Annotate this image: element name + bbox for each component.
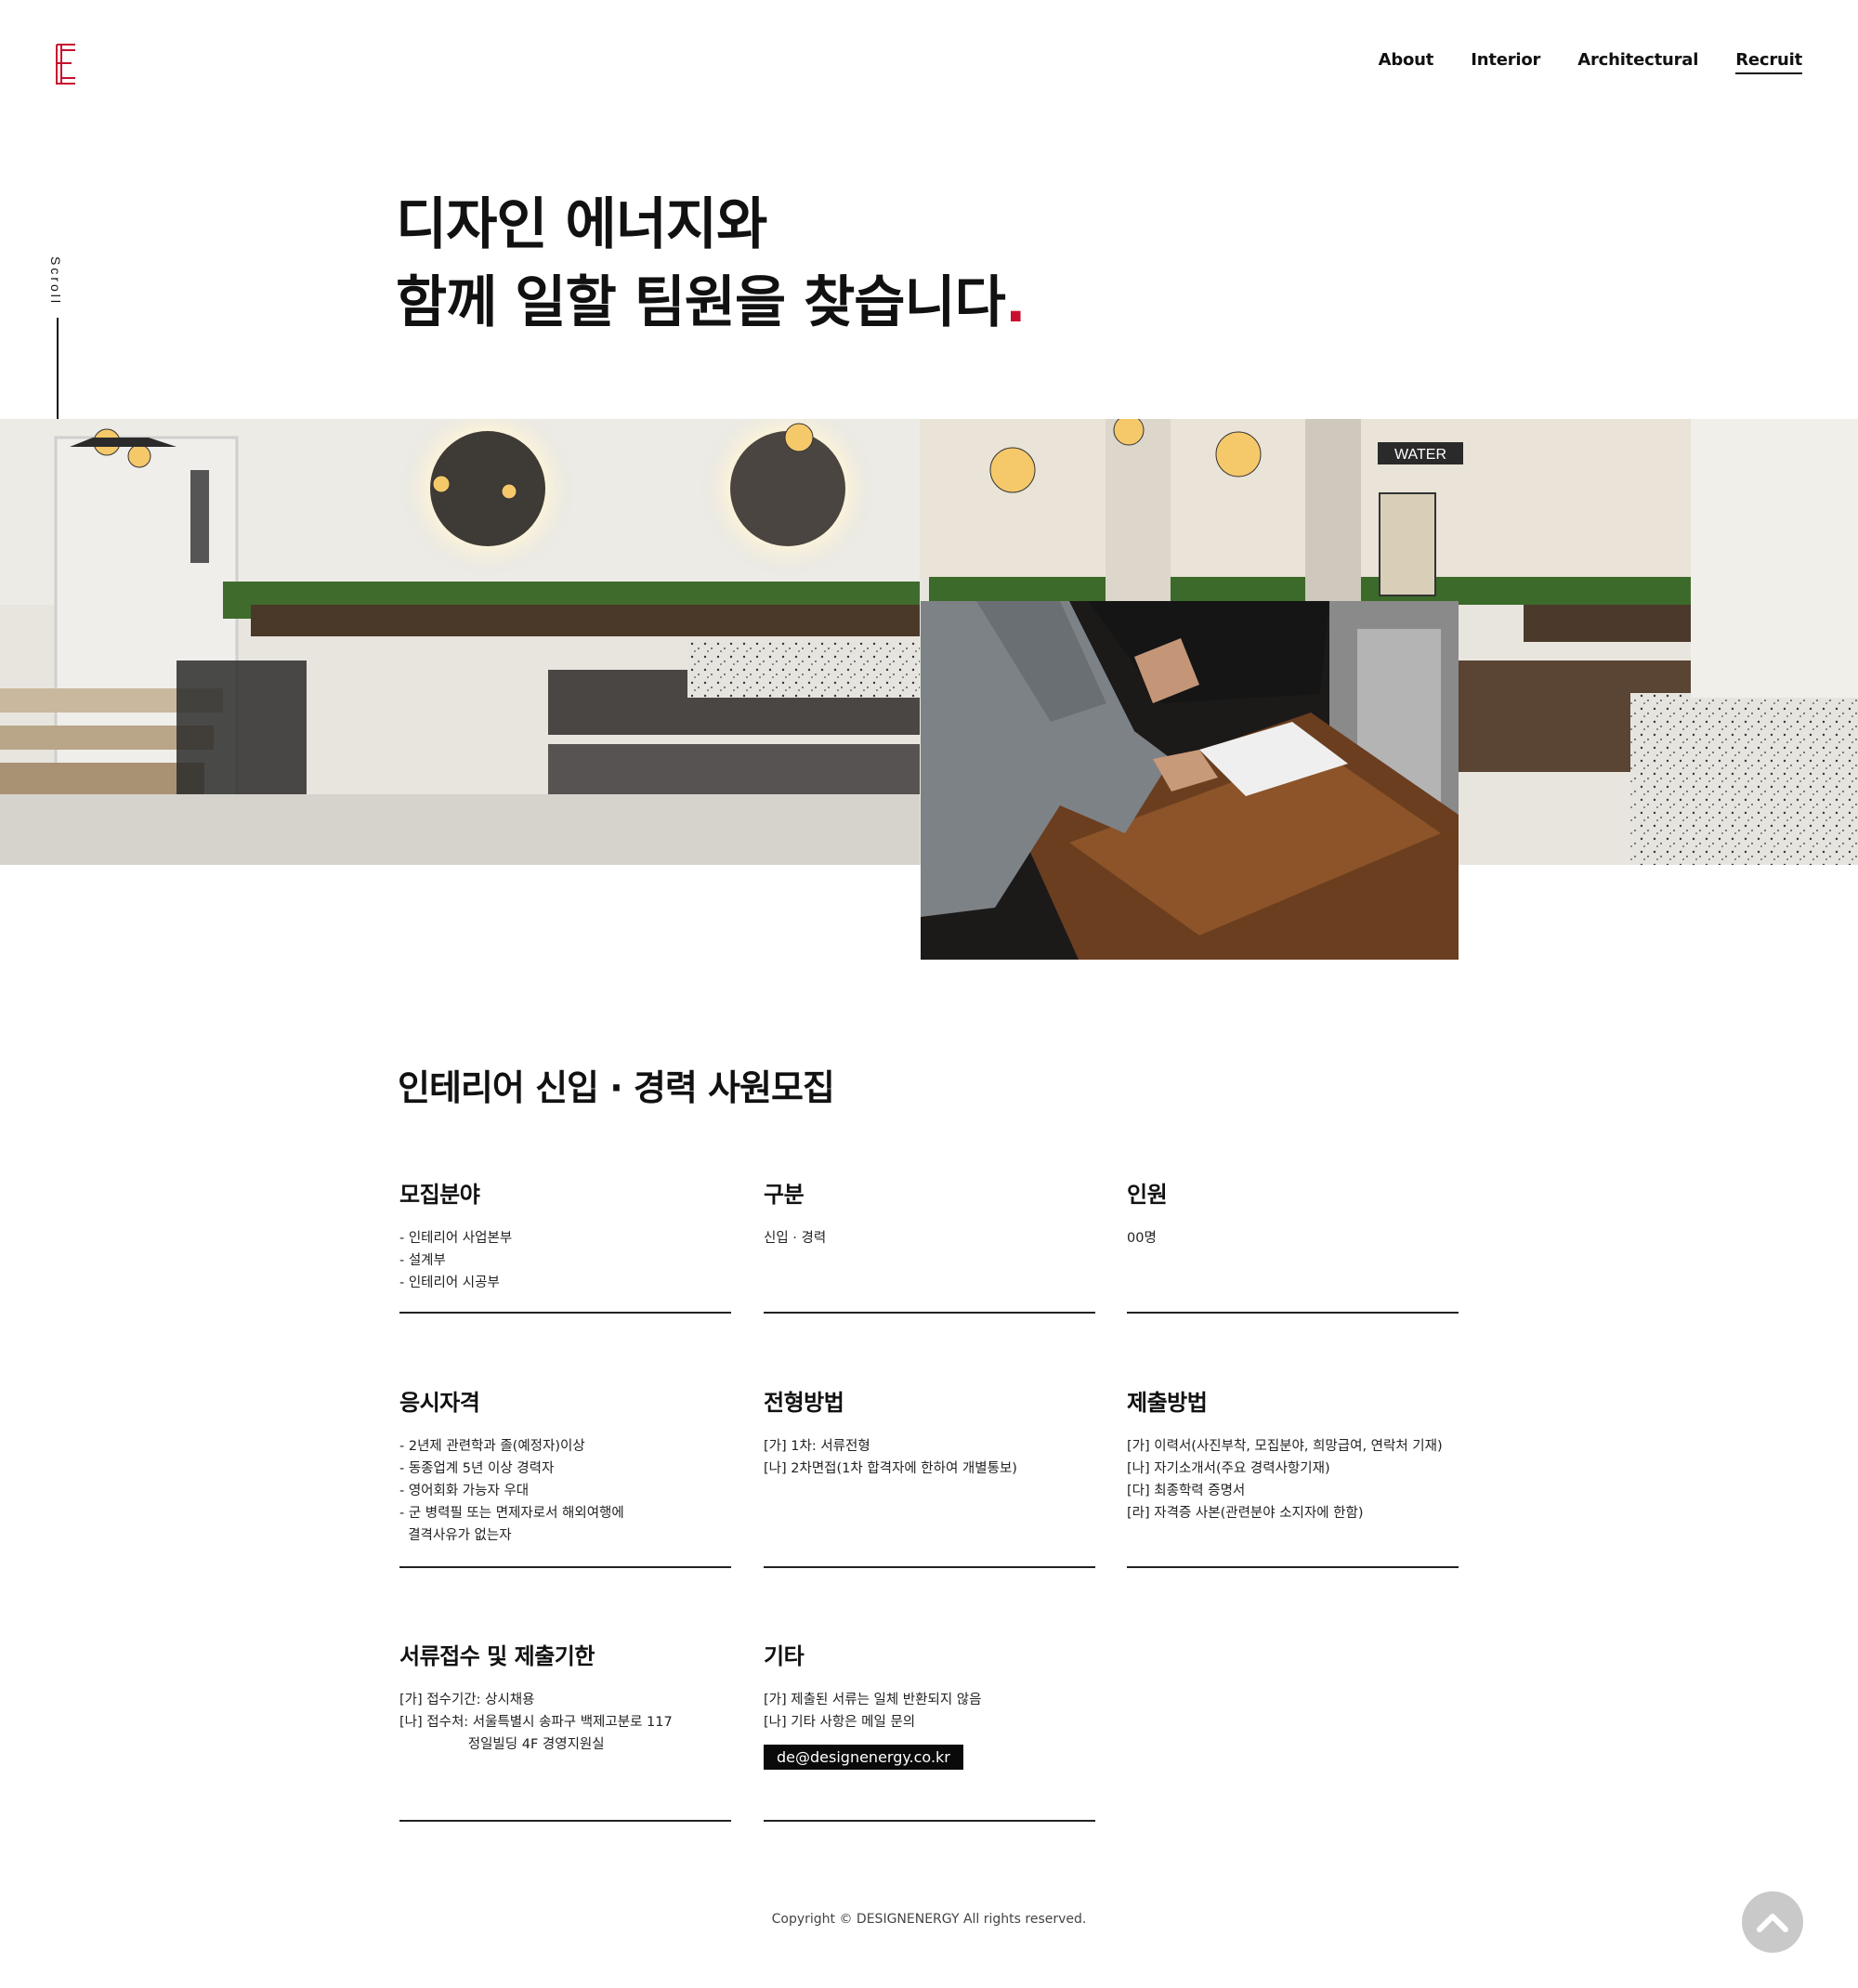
contact-email-link[interactable]: de@designenergy.co.kr (764, 1745, 963, 1770)
block-line: - 영어회화 가능자 우대 (399, 1484, 530, 1498)
hero-headline: 디자인 에너지와 함께 일할 팀원을 찾습니다. (396, 186, 1027, 342)
block-title: 인원 (1127, 1182, 1168, 1208)
nav-architectural[interactable]: Architectural (1577, 50, 1698, 74)
block-line: 결격사유가 없는자 (399, 1528, 512, 1543)
chevron-up-icon (1757, 1914, 1788, 1932)
footer-copyright: Copyright © DESIGNENERGY All rights rese… (771, 1912, 1087, 1927)
block-line: [가] 1차: 서류전형 (764, 1439, 870, 1454)
block-title: 기타 (764, 1643, 805, 1669)
block-title: 모집분야 (399, 1182, 480, 1208)
block-line: [가] 접수기간: 상시채용 (399, 1693, 535, 1707)
block-line: - 인테리어 사업본부 (399, 1231, 513, 1246)
water-sign: WATER (1394, 447, 1446, 463)
block-title: 구분 (764, 1182, 805, 1208)
block-line: - 설계부 (399, 1253, 446, 1268)
block-line: [나] 기타 사항은 메일 문의 (764, 1715, 916, 1730)
hero-line-1: 디자인 에너지와 (396, 192, 767, 257)
back-to-top-button[interactable] (1742, 1891, 1803, 1953)
nav-interior[interactable]: Interior (1471, 50, 1540, 74)
block-qualifications: 응시자격 - 2년제 관련학과 졸(예정자)이상 - 동종업계 5년 이상 경력… (399, 1384, 731, 1568)
scroll-label: Scroll (48, 256, 63, 307)
block-line: [가] 이력서(사진부착, 모집분야, 희망급여, 연락처 기재) (1127, 1439, 1443, 1454)
block-selection-process: 전형방법 [가] 1차: 서류전형 [나] 2차면접(1차 합격자에 한하여 개… (764, 1384, 1095, 1568)
meeting-image (921, 601, 1459, 960)
main-nav: About Interior Architectural Recruit (1379, 50, 1802, 74)
nav-about[interactable]: About (1379, 50, 1434, 74)
block-submission-method: 제출방법 [가] 이력서(사진부착, 모집분야, 희망급여, 연락처 기재) [… (1127, 1384, 1459, 1568)
block-line: [나] 접수처: 서울특별시 송파구 백제고분로 117 (399, 1715, 673, 1730)
meeting-photo (921, 601, 1459, 960)
logo-mark (56, 44, 75, 85)
block-title: 서류접수 및 제출기한 (399, 1643, 595, 1669)
block-headcount: 인원 00명 (1127, 1176, 1459, 1314)
hero-line-2-text: 함께 일할 팀원을 찾습니다 (396, 270, 1006, 335)
hero-accent-dot: . (1004, 270, 1027, 335)
block-line: - 인테리어 시공부 (399, 1275, 500, 1290)
block-title: 제출방법 (1127, 1390, 1208, 1416)
block-title: 응시자격 (399, 1390, 480, 1416)
block-line: - 2년제 관련학과 졸(예정자)이상 (399, 1439, 585, 1454)
block-line: 신입 · 경력 (764, 1231, 827, 1246)
block-line: 00명 (1127, 1231, 1157, 1246)
block-recruit-field: 모집분야 - 인테리어 사업본부 - 설계부 - 인테리어 시공부 (399, 1176, 731, 1314)
block-title: 전형방법 (764, 1390, 844, 1416)
block-line: [가] 제출된 서류는 일체 반환되지 않음 (764, 1693, 982, 1707)
hero-line-2: 함께 일할 팀원을 찾습니다. (396, 264, 1027, 342)
logo[interactable] (54, 43, 78, 85)
block-division: 구분 신입 · 경력 (764, 1176, 1095, 1314)
recruit-title: 인테리어 신입 · 경력 사원모집 (398, 1067, 835, 1108)
block-deadline: 서류접수 및 제출기한 [가] 접수기간: 상시채용 [나] 접수처: 서울특별… (399, 1638, 731, 1822)
block-line: - 군 병력필 또는 면제자로서 해외여행에 (399, 1506, 624, 1521)
block-line: [나] 2차면접(1차 합격자에 한하여 개별통보) (764, 1461, 1017, 1476)
block-line: [라] 자격증 사본(관련분야 소지자에 한함) (1127, 1506, 1364, 1521)
block-line: [다] 최종학력 증명서 (1127, 1484, 1246, 1498)
nav-recruit[interactable]: Recruit (1735, 50, 1802, 74)
block-line: [나] 자기소개서(주요 경력사항기재) (1127, 1461, 1330, 1476)
block-etc: 기타 [가] 제출된 서류는 일체 반환되지 않음 [나] 기타 사항은 메일 … (764, 1638, 1095, 1822)
block-line: 정일빌딩 4F 경영지원실 (399, 1737, 605, 1752)
block-line: - 동종업계 5년 이상 경력자 (399, 1461, 555, 1476)
